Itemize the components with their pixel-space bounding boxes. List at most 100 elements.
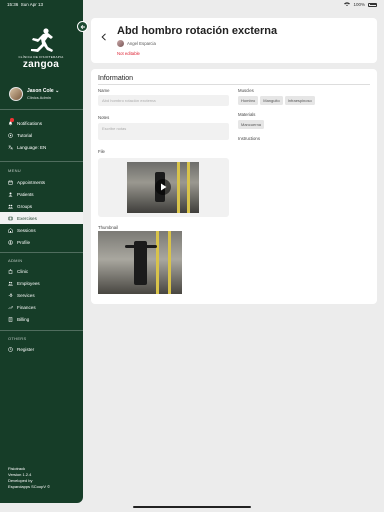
- author: Angel Esparcia: [117, 40, 156, 47]
- muscles-label: Muscles: [238, 88, 254, 93]
- home-indicator: [133, 506, 251, 508]
- nav-appointments[interactable]: Appointments: [0, 176, 83, 188]
- nav-employees[interactable]: Employees: [0, 277, 83, 289]
- section-title: Information: [98, 75, 134, 82]
- nav-label: Exercises: [17, 215, 37, 221]
- nav-billing[interactable]: Billing: [0, 313, 83, 325]
- divider: [0, 330, 83, 331]
- others-nav: Register: [0, 343, 83, 355]
- battery-icon: [368, 2, 377, 7]
- nav-sessions[interactable]: Sessions: [0, 224, 83, 236]
- nav-label: Groups: [17, 203, 33, 209]
- divider: [98, 84, 370, 85]
- sidebar: CLÍNICA DE FISIOTERAPIA zangoa Jason Col…: [0, 0, 83, 503]
- status-bar: 15:36 Sun Apr 13 100%: [0, 0, 384, 10]
- nav-patients[interactable]: Patients: [0, 188, 83, 200]
- nav-label: Services: [17, 292, 35, 298]
- services-icon: [8, 293, 13, 298]
- play-circle-icon: [8, 132, 13, 138]
- play-icon: [160, 183, 166, 191]
- information-card: Information Name Abd hombro rotación exc…: [91, 69, 377, 304]
- nav-profile[interactable]: Profile: [0, 236, 83, 248]
- wifi-icon: [344, 2, 351, 7]
- file-preview: [98, 158, 229, 217]
- nav-label: Employees: [17, 280, 40, 286]
- name-label: Name: [98, 88, 110, 93]
- billing-icon: [8, 316, 13, 322]
- nav-language[interactable]: Language: EN: [0, 141, 83, 153]
- file-label: File: [98, 149, 105, 154]
- author-avatar: [117, 40, 124, 47]
- menu-nav: Appointments Patients Groups Exercises S…: [0, 176, 83, 248]
- sessions-icon: [8, 227, 13, 233]
- nav-label: Tutorial: [17, 132, 33, 138]
- nav-label: Language: EN: [17, 144, 47, 150]
- menu-section-title: MENU: [8, 168, 21, 173]
- play-button[interactable]: [155, 179, 171, 195]
- nav-label: Sessions: [17, 227, 36, 233]
- register-icon: [8, 346, 13, 352]
- others-section-title: OTHERS: [8, 336, 27, 341]
- admin-section-title: ADMIN: [8, 258, 23, 263]
- author-name: Angel Esparcia: [127, 41, 156, 46]
- nav-groups[interactable]: Groups: [0, 200, 83, 212]
- nav-label: Billing: [17, 316, 30, 322]
- admin-nav: Clinic Employees Services Finances Billi…: [0, 265, 83, 325]
- battery-percent: 100%: [353, 2, 365, 7]
- collapse-sidebar-button[interactable]: [77, 21, 88, 32]
- not-editable-label: Not editable: [117, 51, 140, 56]
- exercises-icon: [8, 216, 13, 221]
- nav-label: Clinic: [17, 268, 29, 274]
- nav-tutorial[interactable]: Tutorial: [0, 129, 83, 141]
- materials-label: Materials: [238, 112, 256, 117]
- status-right: 100%: [344, 2, 377, 7]
- materials-list: Mancuerna: [238, 120, 265, 129]
- nav-exercises[interactable]: Exercises: [0, 212, 83, 224]
- employees-icon: [8, 281, 13, 286]
- top-nav: Notifications Tutorial Language: EN: [0, 117, 83, 153]
- video-preview[interactable]: [127, 162, 199, 213]
- nav-register[interactable]: Register: [0, 343, 83, 355]
- nav-services[interactable]: Services: [0, 289, 83, 301]
- logo-brand: zangoa: [22, 59, 60, 70]
- muscle-chip: Infraespinoso: [284, 96, 315, 105]
- groups-icon: [8, 204, 13, 209]
- clinic-logo: CLÍNICA DE FISIOTERAPIA zangoa: [16, 28, 66, 70]
- nav-clinic[interactable]: Clinic: [0, 265, 83, 277]
- thumbnail-label: Thumbnail: [98, 225, 119, 230]
- notes-field: Escribe notas: [98, 123, 229, 140]
- muscle-chip: Manguito: [260, 96, 283, 105]
- finances-icon: [8, 305, 13, 310]
- page-title: Abd hombro rotación excterna: [117, 25, 278, 37]
- back-button[interactable]: [101, 28, 107, 46]
- nav-label: Patients: [17, 191, 34, 197]
- divider: [0, 109, 83, 110]
- nav-label: Appointments: [17, 179, 46, 185]
- nav-label: Register: [17, 346, 35, 352]
- clinic-icon: [8, 268, 13, 274]
- patients-icon: [8, 192, 13, 197]
- status-time: 15:36 Sun Apr 13: [7, 2, 44, 7]
- profile-icon: [8, 239, 13, 245]
- nav-label: Finances: [17, 304, 36, 310]
- arrow-left-icon: [80, 24, 85, 29]
- muscle-chip: Hombro: [238, 96, 259, 105]
- avatar: [9, 87, 23, 101]
- user-role: Clinics Admin: [27, 95, 52, 100]
- divider: [0, 161, 83, 162]
- divider: [0, 252, 83, 253]
- translate-icon: [8, 145, 13, 150]
- runner-logo-icon: [31, 28, 53, 52]
- user-profile[interactable]: Jason Cole ⌄ Clinics Admin: [9, 87, 59, 101]
- notification-badge: [10, 118, 14, 122]
- sidebar-footer: Fisiotrack Version 1.2.4 Developed by Es…: [8, 466, 50, 490]
- calendar-icon: [8, 180, 13, 185]
- nav-notifications[interactable]: Notifications: [0, 117, 83, 129]
- chevron-left-icon: [101, 33, 106, 41]
- chevron-down-icon: ⌄: [55, 88, 60, 94]
- thumbnail-image: [98, 231, 182, 294]
- nav-finances[interactable]: Finances: [0, 301, 83, 313]
- nav-label: Profile: [17, 239, 31, 245]
- developer-name: Esparciapps SCoopV ©: [8, 484, 51, 489]
- material-chip: Mancuerna: [238, 120, 265, 129]
